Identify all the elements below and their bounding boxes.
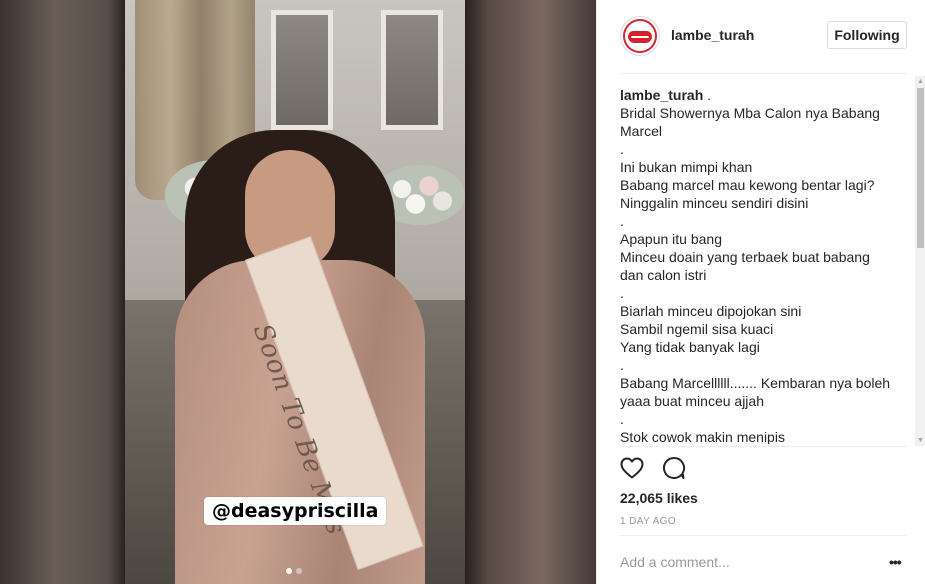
scene-window — [381, 10, 443, 130]
post-timestamp[interactable]: 1 DAY AGO — [620, 516, 676, 527]
like-button[interactable] — [619, 455, 645, 481]
caption-line: Ninggalin minceu sendiri disini — [620, 195, 809, 211]
following-button[interactable]: Following — [827, 21, 907, 49]
caption-line: dan calon istri — [620, 267, 707, 283]
post-header: lambe_turah Following — [597, 0, 925, 72]
caption-line: Babang Marcellllll....... Kembaran nya b… — [620, 375, 891, 391]
caption-scrollbar[interactable]: ▲ ▼ — [915, 76, 925, 446]
caption-line: . — [620, 411, 624, 427]
caption-line: . — [620, 357, 624, 373]
caption-line: Biarlah minceu dipojokan sini — [620, 303, 802, 319]
scroll-up-arrow-icon[interactable]: ▲ — [916, 76, 925, 87]
caption-text: . — [703, 87, 712, 103]
caption-line: Minceu doain yang terbaek buat babang — [620, 249, 870, 265]
caption-line: Sambil ngemil sisa kuaci — [620, 321, 774, 337]
action-bar — [619, 455, 687, 483]
user-tag-sticker[interactable]: @deasypriscilla — [204, 497, 387, 525]
caption-first-line: lambe_turah . — [620, 86, 910, 104]
lips-logo-icon — [628, 31, 652, 43]
caption-line: yaaa buat minceu ajjah — [620, 393, 764, 409]
caption-line: Marcel — [620, 123, 663, 139]
caption-line: Yang tidak banyak lagi — [620, 339, 760, 355]
caption-line: Apapun itu bang — [620, 231, 722, 247]
scroll-down-arrow-icon[interactable]: ▼ — [916, 435, 925, 446]
scrollbar-thumb[interactable] — [917, 88, 924, 248]
carousel-dot[interactable] — [296, 568, 302, 574]
divider — [620, 73, 907, 74]
heart-outline-icon — [620, 457, 644, 479]
scene-window — [271, 10, 333, 130]
caption-line: Babang marcel mau kewong bentar lagi? — [620, 177, 875, 193]
speech-bubble-icon — [663, 456, 686, 479]
caption-line: Stok cowok makin menipis — [620, 429, 785, 444]
caption-line: . — [620, 141, 624, 157]
caption-line: . — [620, 213, 624, 229]
comment-button[interactable] — [661, 455, 687, 481]
divider — [620, 446, 907, 447]
carousel-dot-active[interactable] — [286, 568, 292, 574]
divider — [620, 535, 907, 536]
caption-line: Ini bukan mimpi khan — [620, 159, 753, 175]
post-media[interactable]: Soon To Be Mrs @deasypriscilla — [0, 0, 596, 584]
caption-line: . — [620, 285, 624, 301]
caption-author-link[interactable]: lambe_turah — [620, 87, 703, 103]
comment-input[interactable] — [620, 552, 880, 572]
caption: lambe_turah . Bridal Showernya Mba Calon… — [620, 86, 910, 444]
likes-count[interactable]: 22,065 likes — [620, 490, 698, 506]
more-options-button[interactable]: ••• — [889, 553, 907, 571]
username-link[interactable]: lambe_turah — [671, 27, 754, 43]
post-sidebar: lambe_turah Following lambe_turah . Brid… — [596, 0, 925, 584]
caption-line: Bridal Showernya Mba Calon nya Babang — [620, 105, 880, 121]
carousel-indicator — [286, 568, 302, 574]
avatar[interactable] — [620, 16, 660, 56]
